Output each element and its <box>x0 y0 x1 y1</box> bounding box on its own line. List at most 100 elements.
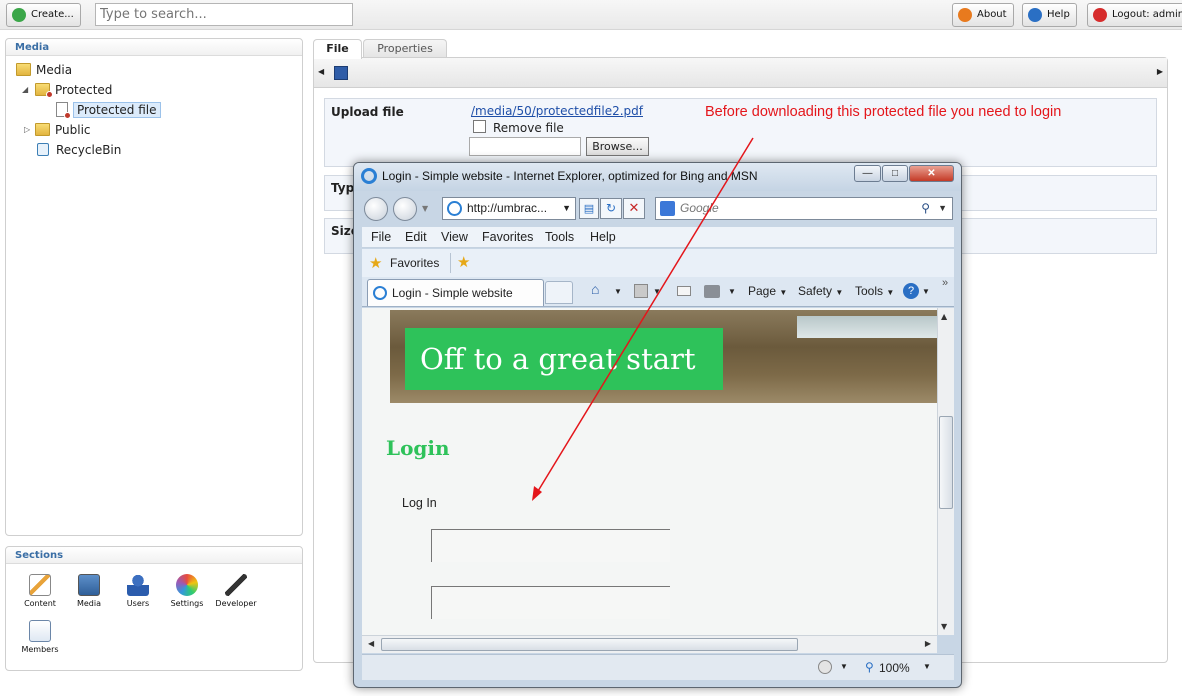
remove-file-label: Remove file <box>493 121 564 135</box>
menu-favorites[interactable]: Favorites <box>482 230 533 244</box>
tab-file[interactable]: File <box>313 39 362 59</box>
forward-button[interactable] <box>393 197 417 221</box>
minimize-button[interactable]: — <box>854 165 881 182</box>
maximize-button[interactable]: □ <box>882 165 908 182</box>
ie-help-icon[interactable]: ? <box>903 283 919 299</box>
protected-file-icon <box>56 102 71 119</box>
about-button[interactable]: About <box>952 3 1014 27</box>
create-button[interactable]: Create... <box>6 3 81 27</box>
safety-menu-button[interactable]: Safety ▼ <box>798 284 843 298</box>
home-icon[interactable]: ⌂ <box>591 281 599 297</box>
home-dropdown-icon[interactable]: ▼ <box>614 287 622 296</box>
scroll-right-icon[interactable]: ▶ <box>1157 67 1163 76</box>
mail-icon[interactable] <box>677 286 691 296</box>
file-path-input[interactable] <box>469 137 581 156</box>
section-users[interactable]: Users <box>116 574 160 608</box>
protected-mode-icon[interactable] <box>818 660 832 674</box>
add-favorites-icon[interactable]: ★ <box>457 253 470 271</box>
tools-menu-button[interactable]: Tools ▼ <box>855 284 894 298</box>
section-settings[interactable]: Settings <box>165 574 209 608</box>
logout-button[interactable]: Logout: admin <box>1087 3 1182 27</box>
refresh-icon[interactable]: ↻ <box>600 198 622 219</box>
history-dropdown-icon[interactable]: ▼ <box>422 204 428 213</box>
ie-favorites-bar: ★ Favorites ★ <box>362 249 954 277</box>
search-icon[interactable]: ⚲ <box>921 198 930 219</box>
tree-item-media[interactable]: Media <box>16 61 72 79</box>
menu-help[interactable]: Help <box>590 230 616 244</box>
logout-icon <box>1093 8 1107 22</box>
feeds-dropdown-icon[interactable]: ▼ <box>653 287 661 296</box>
address-input[interactable]: http://umbrac... ▼ <box>442 197 576 220</box>
section-media[interactable]: Media <box>67 574 111 608</box>
protected-folder-icon <box>35 83 53 98</box>
media-panel-title: Media <box>6 39 302 56</box>
browse-button[interactable]: Browse... <box>586 137 649 156</box>
page-menu-button[interactable]: Page ▼ <box>748 284 787 298</box>
recycle-bin-icon <box>37 143 49 156</box>
login-subheading: Log In <box>402 496 437 510</box>
menu-edit[interactable]: Edit <box>405 230 427 244</box>
tree-item-public[interactable]: Public <box>35 121 91 139</box>
tree-item-recyclebin[interactable]: RecycleBin <box>37 141 121 159</box>
section-members[interactable]: Members <box>18 620 62 654</box>
help-icon <box>1028 8 1042 22</box>
new-tab-button[interactable] <box>545 281 573 304</box>
back-button[interactable] <box>364 197 388 221</box>
file-link[interactable]: /media/50/protectedfile2.pdf <box>471 104 643 118</box>
scroll-down-icon[interactable]: ▼ <box>941 622 947 631</box>
about-icon <box>958 8 972 22</box>
divider <box>450 253 451 273</box>
menu-tools[interactable]: Tools <box>545 230 574 244</box>
username-field[interactable] <box>431 529 670 562</box>
vertical-scrollbar[interactable]: ▲ ▼ <box>937 308 954 635</box>
scroll-thumb[interactable] <box>939 416 953 509</box>
compatibility-icon[interactable]: ▤ <box>579 198 599 219</box>
scroll-left-icon[interactable]: ◀ <box>368 639 374 648</box>
content-icon <box>29 574 51 596</box>
tab-properties[interactable]: Properties <box>363 39 447 58</box>
h-scroll-thumb[interactable] <box>381 638 798 651</box>
tree-item-protected-file[interactable]: Protected file <box>56 101 161 119</box>
protected-mode-dropdown-icon[interactable]: ▼ <box>840 662 848 671</box>
favorites-button[interactable]: Favorites <box>390 256 439 270</box>
tree-item-protected[interactable]: Protected <box>35 81 112 99</box>
remove-file-checkbox[interactable] <box>473 120 486 133</box>
ie-menu-bar: File Edit View Favorites Tools Help <box>362 227 954 248</box>
address-dropdown-icon[interactable]: ▼ <box>562 198 571 219</box>
print-dropdown-icon[interactable]: ▼ <box>728 287 736 296</box>
print-icon[interactable] <box>704 285 720 298</box>
collapse-arrow-icon[interactable]: ◢ <box>22 85 28 94</box>
close-button[interactable]: ✕ <box>909 165 954 182</box>
feeds-icon[interactable] <box>634 284 648 298</box>
scroll-left-icon[interactable]: ◀ <box>318 67 324 76</box>
horizontal-scrollbar[interactable]: ◀ ▶ <box>362 635 937 653</box>
sections-panel-title: Sections <box>6 547 302 564</box>
zoom-level[interactable]: 100% <box>879 661 910 675</box>
search-box[interactable]: Google ⚲ ▼ <box>655 197 953 220</box>
hero-banner: Off to a great start <box>390 310 937 403</box>
scroll-right-icon[interactable]: ▶ <box>925 639 931 648</box>
zoom-dropdown-icon[interactable]: ▼ <box>923 662 931 671</box>
menu-view[interactable]: View <box>441 230 468 244</box>
help-dropdown-icon[interactable]: ▼ <box>922 287 930 296</box>
password-field[interactable] <box>431 586 670 619</box>
save-icon[interactable] <box>334 66 348 80</box>
search-input[interactable] <box>95 3 353 26</box>
editor-toolbar: ◀ ▶ <box>314 58 1167 88</box>
section-content[interactable]: Content <box>18 574 62 608</box>
ie-logo-icon <box>361 168 377 184</box>
ie-page-viewport: Off to a great start Login Log In <box>362 308 937 635</box>
help-button[interactable]: Help <box>1022 3 1077 27</box>
ie-tab-bar: Login - Simple website ⌂ ▼ ▼ ▼ Page ▼ Sa… <box>362 277 954 307</box>
scroll-up-icon[interactable]: ▲ <box>941 312 947 321</box>
stop-icon[interactable]: ✕ <box>623 198 645 219</box>
expand-arrow-icon[interactable]: ▷ <box>24 125 30 134</box>
chevron-right-icon[interactable]: » <box>942 277 948 289</box>
section-developer[interactable]: Developer <box>214 574 258 608</box>
top-toolbar: Create... About Help Logout: admin <box>0 0 1182 30</box>
ie-tab-login[interactable]: Login - Simple website <box>367 279 544 306</box>
search-dropdown-icon[interactable]: ▼ <box>938 198 947 219</box>
menu-file[interactable]: File <box>371 230 391 244</box>
members-icon <box>29 620 51 642</box>
settings-icon <box>176 574 198 596</box>
